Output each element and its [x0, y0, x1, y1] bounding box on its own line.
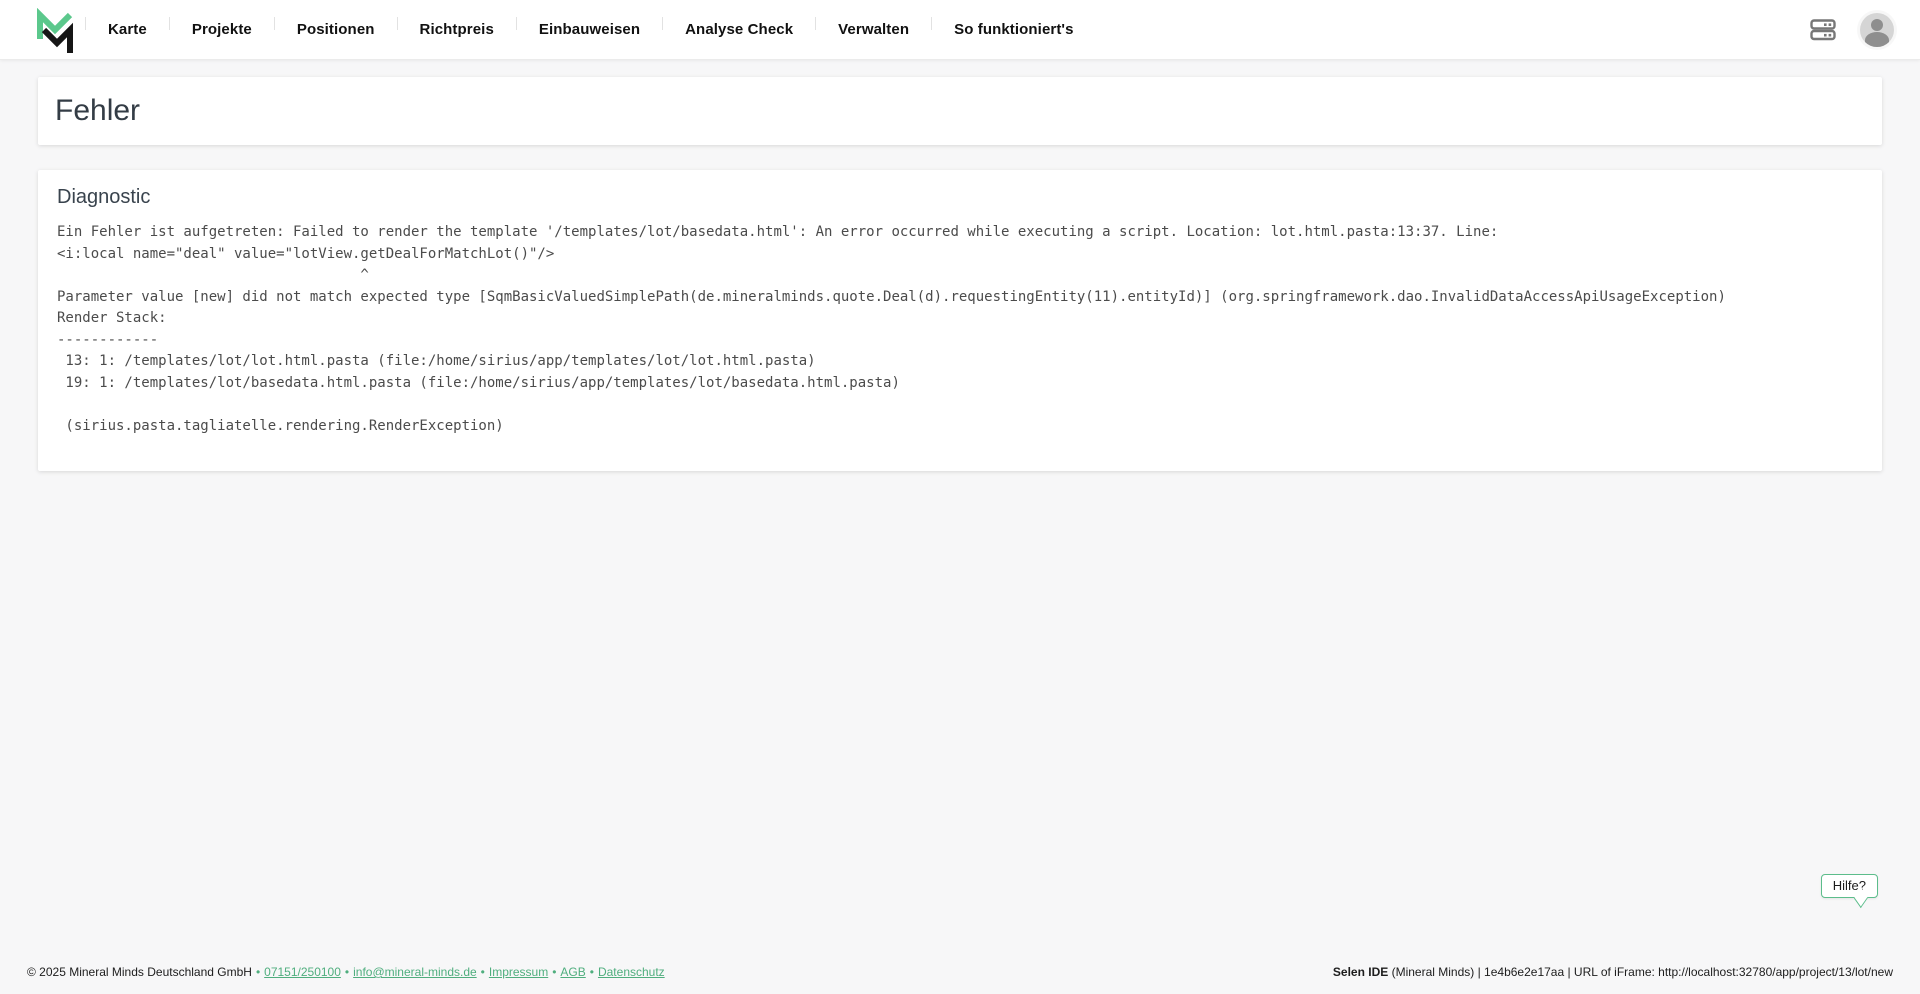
nav-item-einbauweisen[interactable]: Einbauweisen	[517, 21, 662, 38]
main-nav: Karte Projekte Positionen Richtpreis Ein…	[85, 0, 1096, 59]
footer: © 2025 Mineral Minds Deutschland GmbH•07…	[0, 960, 1920, 994]
mineral-minds-logo[interactable]	[35, 8, 75, 54]
diagnostic-heading: Diagnostic	[57, 186, 1866, 209]
nav-item-analyse-check[interactable]: Analyse Check	[663, 21, 815, 38]
footer-dot: •	[586, 965, 598, 979]
diagnostic-card: Diagnostic Ein Fehler ist aufgetreten: F…	[38, 170, 1882, 471]
footer-debug-info: Selen IDE (Mineral Minds) | 1e4b6e2e17aa…	[1333, 965, 1893, 979]
nav-item-verwalten[interactable]: Verwalten	[816, 21, 931, 38]
server-icon[interactable]	[1810, 19, 1836, 41]
footer-link-datenschutz[interactable]: Datenschutz	[598, 965, 665, 979]
footer-dot: •	[252, 965, 264, 979]
avatar-head-icon	[1871, 19, 1883, 31]
footer-dot: •	[477, 965, 489, 979]
topbar-actions	[1810, 13, 1894, 47]
nav-separator	[85, 17, 86, 30]
nav-item-karte[interactable]: Karte	[86, 21, 169, 38]
footer-link-email[interactable]: info@mineral-minds.de	[353, 965, 477, 979]
nav-separator	[516, 17, 517, 30]
footer-dot: •	[341, 965, 353, 979]
iframe-url-text: (Mineral Minds) | 1e4b6e2e17aa | URL of …	[1388, 965, 1893, 979]
footer-dot: •	[548, 965, 560, 979]
nav-separator	[662, 17, 663, 30]
nav-separator	[815, 17, 816, 30]
help-button[interactable]: Hilfe?	[1821, 874, 1878, 898]
nav-item-richtpreis[interactable]: Richtpreis	[398, 21, 516, 38]
footer-link-phone[interactable]: 07151/250100	[264, 965, 341, 979]
nav-item-so-funktionierts[interactable]: So funktioniert's	[932, 21, 1095, 38]
main-content: Fehler Diagnostic Ein Fehler ist aufgetr…	[0, 60, 1920, 960]
ide-name: Selen IDE	[1333, 965, 1388, 979]
nav-item-positionen[interactable]: Positionen	[275, 21, 397, 38]
footer-company-info: © 2025 Mineral Minds Deutschland GmbH•07…	[27, 965, 665, 979]
nav-separator	[169, 17, 170, 30]
page-title: Fehler	[55, 94, 140, 128]
nav-separator	[397, 17, 398, 30]
footer-link-agb[interactable]: AGB	[560, 965, 585, 979]
nav-item-projekte[interactable]: Projekte	[170, 21, 274, 38]
nav-separator	[931, 17, 932, 30]
diagnostic-stacktrace: Ein Fehler ist aufgetreten: Failed to re…	[57, 222, 1866, 437]
user-avatar[interactable]	[1860, 13, 1894, 47]
nav-separator	[274, 17, 275, 30]
error-title-card: Fehler	[38, 77, 1882, 145]
top-bar: Karte Projekte Positionen Richtpreis Ein…	[0, 0, 1920, 60]
avatar-torso-icon	[1865, 32, 1889, 47]
copyright-text: © 2025 Mineral Minds Deutschland GmbH	[27, 965, 252, 979]
footer-link-impressum[interactable]: Impressum	[489, 965, 548, 979]
